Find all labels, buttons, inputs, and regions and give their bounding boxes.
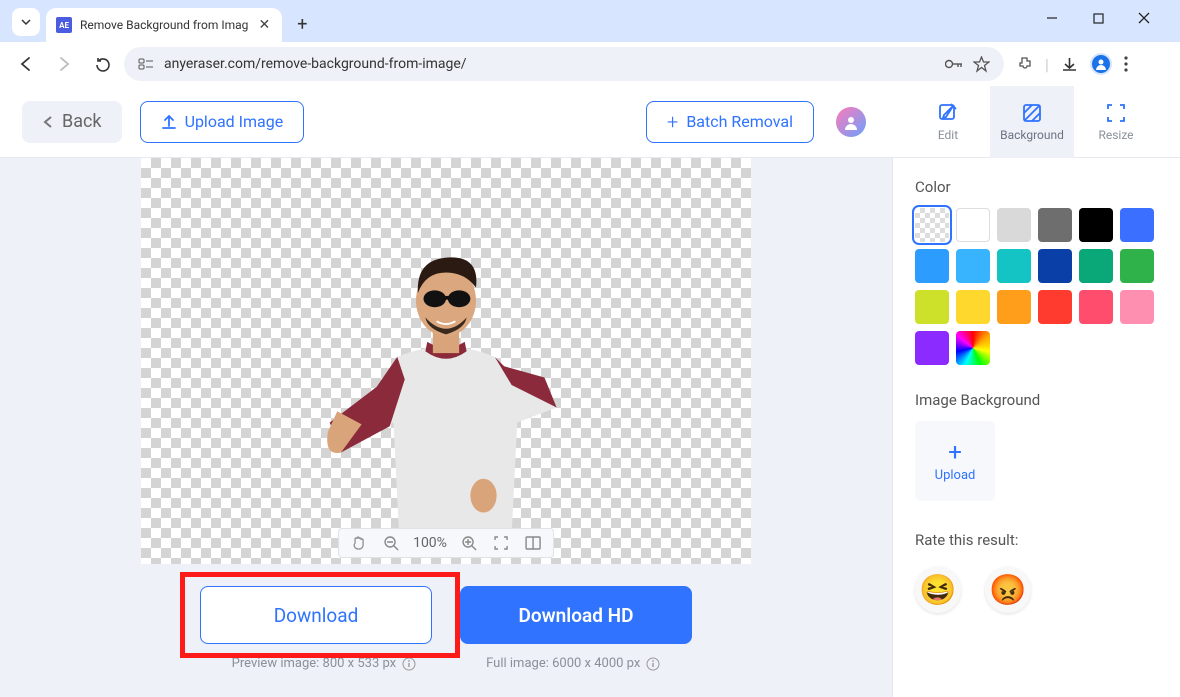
zoom-level: 100% (413, 535, 447, 551)
nav-back-icon[interactable] (10, 48, 42, 80)
url-text: anyeraser.com/remove-background-from-ima… (164, 56, 467, 72)
color-swatch[interactable] (915, 290, 949, 324)
upload-image-label: Upload Image (185, 112, 284, 131)
rate-faces: 😆 😡 (915, 567, 1158, 613)
tool-tab-resize[interactable]: Resize (1074, 86, 1158, 158)
color-swatch[interactable] (1038, 290, 1072, 324)
info-icon[interactable] (402, 657, 416, 671)
upload-bg-label: Upload (935, 468, 976, 483)
upload-image-button[interactable]: Upload Image (140, 101, 305, 143)
address-bar: anyeraser.com/remove-background-from-ima… (0, 42, 1180, 86)
bookmark-star-icon[interactable] (973, 56, 990, 73)
image-bg-section-title: Image Background (915, 391, 1158, 409)
color-swatch[interactable] (915, 208, 949, 242)
tool-tab-background-label: Background (1000, 128, 1064, 142)
batch-removal-button[interactable]: + Batch Removal (646, 101, 814, 143)
downloads-icon[interactable] (1061, 56, 1078, 73)
color-section-title: Color (915, 178, 1158, 196)
color-swatch[interactable] (997, 290, 1031, 324)
new-tab-button[interactable]: + (288, 10, 316, 38)
color-swatch[interactable] (1079, 208, 1113, 242)
color-swatch[interactable] (956, 249, 990, 283)
image-canvas[interactable]: 100% (141, 158, 751, 564)
compare-split-icon[interactable] (523, 533, 543, 553)
extensions-icon[interactable] (1016, 56, 1033, 73)
back-button[interactable]: Back (22, 101, 122, 143)
browser-tab[interactable]: AE Remove Background from Imag ✕ (46, 8, 282, 42)
rate-happy-icon[interactable]: 😆 (915, 567, 961, 613)
batch-removal-label: Batch Removal (686, 112, 793, 131)
download-button[interactable]: Download (200, 586, 432, 644)
upload-background-button[interactable]: + Upload (915, 421, 995, 501)
download-hd-label: Download HD (519, 604, 634, 627)
user-avatar[interactable] (836, 107, 866, 137)
app-header: Back Upload Image + Batch Removal Edit B… (0, 86, 1180, 158)
upload-icon (161, 114, 177, 130)
tab-search-dropdown[interactable] (12, 8, 40, 36)
download-label: Download (274, 604, 359, 627)
chevron-left-icon (42, 115, 54, 129)
back-label: Back (62, 111, 102, 132)
color-swatch[interactable] (1079, 290, 1113, 324)
preview-size-text: Preview image: 800 x 533 px (232, 656, 416, 671)
side-panel: Color Image Background + Upload Rate thi… (892, 158, 1180, 697)
minimize-icon[interactable] (1038, 4, 1066, 32)
canvas-area: 100% Download D (0, 158, 892, 697)
color-swatch[interactable] (997, 249, 1031, 283)
tool-tab-resize-label: Resize (1098, 128, 1133, 142)
window-controls (1038, 4, 1172, 42)
color-swatch[interactable] (1038, 208, 1072, 242)
size-info-row: Preview image: 800 x 533 px Full image: … (232, 656, 661, 671)
zoom-in-icon[interactable] (459, 533, 479, 553)
browser-tab-strip: AE Remove Background from Imag ✕ + (0, 0, 1180, 42)
profile-avatar-icon[interactable] (1090, 53, 1112, 75)
color-swatch[interactable] (997, 208, 1031, 242)
maximize-icon[interactable] (1084, 4, 1112, 32)
rate-angry-icon[interactable]: 😡 (985, 567, 1031, 613)
color-swatch[interactable] (1079, 249, 1113, 283)
cutout-subject (316, 235, 576, 535)
info-icon[interactable] (646, 657, 660, 671)
tool-tab-edit[interactable]: Edit (906, 86, 990, 158)
tool-tab-background[interactable]: Background (990, 86, 1074, 158)
fullscreen-icon[interactable] (491, 533, 511, 553)
url-field[interactable]: anyeraser.com/remove-background-from-ima… (124, 47, 1004, 81)
reload-icon[interactable] (86, 48, 118, 80)
tab-title: Remove Background from Imag (80, 18, 248, 32)
plus-icon: + (667, 110, 678, 134)
site-settings-icon[interactable] (138, 56, 154, 72)
kebab-menu-icon[interactable] (1124, 56, 1128, 72)
plus-icon: + (948, 440, 962, 464)
close-window-icon[interactable] (1130, 4, 1158, 32)
tab-close-icon[interactable]: ✕ (256, 17, 272, 33)
color-swatch[interactable] (915, 249, 949, 283)
password-key-icon[interactable] (945, 58, 963, 70)
download-row: Download Download HD (200, 586, 692, 644)
app-root: Back Upload Image + Batch Removal Edit B… (0, 86, 1180, 697)
tab-favicon: AE (56, 17, 72, 33)
pan-hand-icon[interactable] (349, 533, 369, 553)
rate-section-title: Rate this result: (915, 531, 1158, 549)
full-size-text: Full image: 6000 x 4000 px (486, 656, 660, 671)
tool-tab-edit-label: Edit (938, 128, 958, 142)
color-swatch[interactable] (915, 331, 949, 365)
color-swatch[interactable] (956, 331, 990, 365)
app-body: 100% Download D (0, 158, 1180, 697)
color-swatch[interactable] (1120, 290, 1154, 324)
color-swatch[interactable] (1038, 249, 1072, 283)
download-hd-button[interactable]: Download HD (460, 586, 692, 644)
zoom-toolbar: 100% (338, 528, 554, 558)
color-swatch[interactable] (1120, 208, 1154, 242)
color-swatch[interactable] (1120, 249, 1154, 283)
color-swatch[interactable] (956, 290, 990, 324)
nav-forward-icon (48, 48, 80, 80)
zoom-out-icon[interactable] (381, 533, 401, 553)
color-swatch-grid (915, 208, 1158, 365)
color-swatch[interactable] (956, 208, 990, 242)
